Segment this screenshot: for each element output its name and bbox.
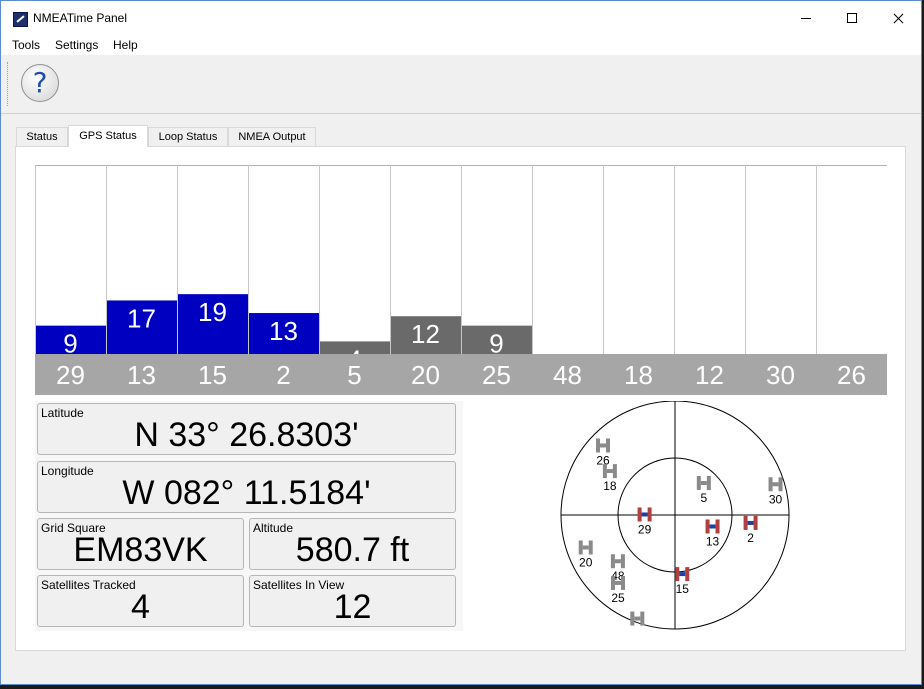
grid-square-value: EM83VK [73,531,208,569]
menu-help[interactable]: Help [113,38,138,52]
help-icon: ? [32,66,48,99]
satellite-icon [696,475,711,490]
help-button[interactable]: ? [21,64,59,102]
prn-tick-label: 18 [624,360,653,390]
altitude-field: Altitude 580.7 ft [249,518,456,570]
satellite-prn-label: 5 [700,491,707,505]
tab-nmea-output[interactable]: NMEA Output [228,127,316,146]
satellites-in-view-value: 12 [333,588,372,626]
latitude-value: N 33° 26.8303' [134,416,359,454]
menu-settings[interactable]: Settings [55,38,98,52]
prn-tick-label: 25 [482,360,511,390]
satellite-prn-label: 25 [611,591,625,605]
latitude-field: Latitude N 33° 26.8303' [37,403,456,455]
toolbar: ? [1,56,921,114]
close-button[interactable] [875,1,921,35]
app-window: NMEATime Panel Tools Settings Help ? Sta… [0,0,922,685]
signal-value-label: 13 [269,316,298,346]
satellite-prn-label: 2 [747,531,754,545]
satellite-icon [768,477,783,492]
satellites-tracked-value: 4 [131,588,150,626]
prn-tick-label: 26 [837,360,866,390]
satellite-icon [637,507,652,522]
satellite-prn-label: 13 [706,534,720,548]
tab-gps-status[interactable]: GPS Status [68,125,148,147]
longitude-field: Longitude W 082° 11.5184' [37,461,456,513]
menu-tools[interactable]: Tools [12,38,40,52]
signal-value-label: 12 [411,319,440,349]
sky-plot: 26185 302913 220481525 [465,401,887,631]
altitude-value: 580.7 ft [295,531,410,569]
satellite-icon [630,611,645,626]
satellite-icon [743,515,758,530]
prn-tick-label: 15 [198,360,227,390]
signal-value-label: 19 [198,297,227,327]
minimize-button[interactable] [783,1,829,35]
prn-tick-label: 5 [347,360,361,390]
prn-tick-label: 2 [276,360,290,390]
prn-tick-label: 20 [411,360,440,390]
satellite-icon [602,464,617,479]
satellite-icon [675,567,690,582]
title-bar[interactable]: NMEATime Panel [1,1,921,35]
satellites-in-view-field: Satellites In View 12 [249,575,456,627]
menu-bar: Tools Settings Help [1,35,921,55]
signal-value-label: 17 [127,303,156,333]
window-title: NMEATime Panel [33,11,128,25]
prn-label-strip [35,354,887,395]
position-panel: Latitude N 33° 26.8303' Longitude W 082°… [35,401,463,631]
longitude-value: W 082° 11.5184' [122,474,371,512]
prn-tick-label: 48 [553,360,582,390]
prn-tick-label: 13 [127,360,156,390]
tab-status[interactable]: Status [16,127,68,146]
satellite-icon [596,438,611,453]
satellite-prn-label: 20 [579,555,593,569]
satellite-icon [610,554,625,569]
satellites-tracked-field: Satellites Tracked 4 [37,575,244,627]
prn-tick-label: 12 [695,360,724,390]
prn-tick-label: 29 [56,360,85,390]
prn-tick-label: 30 [766,360,795,390]
signal-strength-chart: 917191341292913152520254818123026 [35,165,887,395]
maximize-button[interactable] [829,1,875,35]
toolbar-grip[interactable] [7,62,10,106]
satellite-prn-label: 18 [603,479,617,493]
satellite-prn-label: 29 [638,522,652,536]
tab-loop-status[interactable]: Loop Status [148,127,228,146]
grid-square-field: Grid Square EM83VK [37,518,244,570]
satellite-icon [705,519,720,534]
app-icon [13,12,28,27]
satellite-prn-label: 15 [676,582,690,596]
satellite-icon [578,540,593,555]
satellite-prn-label: 30 [769,492,783,506]
